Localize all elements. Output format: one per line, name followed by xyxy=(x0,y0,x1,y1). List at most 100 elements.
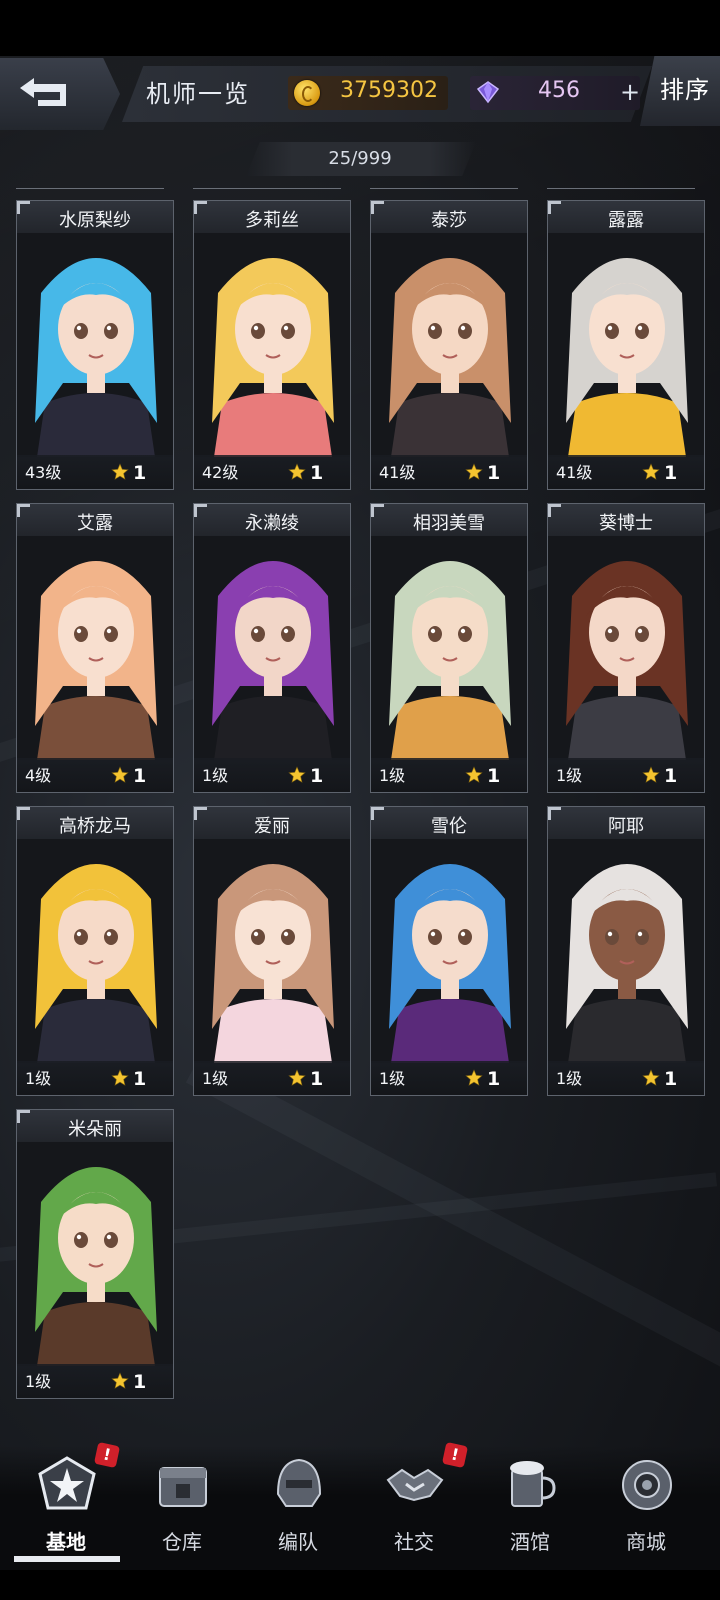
star-icon xyxy=(288,463,306,480)
add-gems-button[interactable]: + xyxy=(620,78,640,106)
pilot-card[interactable]: 水原梨纱 43级 1 xyxy=(16,200,174,490)
pilot-star-count: 1 xyxy=(487,765,501,787)
top-divider xyxy=(370,188,518,189)
top-divider xyxy=(193,188,341,189)
pilot-name: 多莉丝 xyxy=(245,210,299,231)
pilot-level: 1级 xyxy=(556,1069,583,1088)
pilot-star-count: 1 xyxy=(664,765,678,787)
card-name-bar: 永濑绫 xyxy=(194,504,350,537)
sort-label[interactable]: 排序 xyxy=(660,70,710,105)
card-name-bar: 艾露 xyxy=(17,504,173,537)
nav-item-2[interactable]: 仓库 xyxy=(124,1452,240,1562)
pilot-star-count: 1 xyxy=(133,462,147,484)
pilot-card[interactable]: 雪伦 1级 1 xyxy=(370,806,528,1096)
back-button[interactable] xyxy=(0,58,120,130)
pilot-card[interactable]: 爱丽 1级 1 xyxy=(193,806,351,1096)
card-name-bar: 高桥龙马 xyxy=(17,807,173,840)
nav-item-1[interactable]: 基地! xyxy=(8,1441,124,1562)
nav-item-5[interactable]: 酒馆 xyxy=(472,1452,588,1562)
card-info-bar: 4级 1 xyxy=(17,758,173,792)
pilot-name: 爱丽 xyxy=(254,816,290,837)
pilot-portrait xyxy=(194,536,350,760)
gem-amount: 456 xyxy=(538,78,580,103)
pilot-name: 永濑绫 xyxy=(245,513,299,534)
pilot-level: 1级 xyxy=(25,1372,52,1391)
shop-orb-icon xyxy=(622,1460,672,1510)
pilot-card[interactable]: 葵博士 1级 1 xyxy=(547,503,705,793)
pilot-level: 41级 xyxy=(556,463,593,482)
pilot-card[interactable]: 多莉丝 42级 1 xyxy=(193,200,351,490)
card-name-bar: 葵博士 xyxy=(548,504,704,537)
base-emblem-icon xyxy=(38,1456,96,1510)
card-info-bar: 1级 1 xyxy=(194,1061,350,1095)
pilot-level: 1级 xyxy=(25,1069,52,1088)
pilot-portrait xyxy=(17,839,173,1063)
pilot-name: 水原梨纱 xyxy=(59,210,131,231)
pilot-card[interactable]: 永濑绫 1级 1 xyxy=(193,503,351,793)
pilot-card[interactable]: 艾露 4级 1 xyxy=(16,503,174,793)
pilot-level: 1级 xyxy=(202,766,229,785)
nav-item-4[interactable]: 社交! xyxy=(356,1441,472,1562)
card-info-bar: 1级 1 xyxy=(371,758,527,792)
card-name-bar: 雪伦 xyxy=(371,807,527,840)
card-name-bar: 多莉丝 xyxy=(194,201,350,234)
notification-badge: ! xyxy=(441,1441,469,1469)
top-divider xyxy=(547,188,695,189)
pilot-level: 1级 xyxy=(556,766,583,785)
nav-label: 仓库 xyxy=(162,1530,202,1554)
card-info-bar: 43级 1 xyxy=(17,455,173,489)
pilot-name: 高桥龙马 xyxy=(59,816,131,837)
card-info-bar: 42级 1 xyxy=(194,455,350,489)
pilot-star-count: 1 xyxy=(310,765,324,787)
pilot-portrait xyxy=(371,536,527,760)
star-icon xyxy=(111,463,129,480)
card-info-bar: 41级 1 xyxy=(548,455,704,489)
card-info-bar: 41级 1 xyxy=(371,455,527,489)
card-info-bar: 1级 1 xyxy=(548,1061,704,1095)
pilot-portrait xyxy=(371,839,527,1063)
pilot-card[interactable]: 泰莎 41级 1 xyxy=(370,200,528,490)
bottom-strip xyxy=(0,1570,720,1600)
nav-item-3[interactable]: 编队 xyxy=(240,1452,356,1562)
card-info-bar: 1级 1 xyxy=(371,1061,527,1095)
card-name-bar: 水原梨纱 xyxy=(17,201,173,234)
pilot-star-count: 1 xyxy=(133,1371,147,1393)
card-name-bar: 米朵丽 xyxy=(17,1110,173,1143)
pilot-star-count: 1 xyxy=(664,462,678,484)
gold-coin-icon xyxy=(294,80,320,106)
pilot-level: 1级 xyxy=(379,1069,406,1088)
star-icon xyxy=(642,463,660,480)
pilot-level: 41级 xyxy=(379,463,416,482)
pilot-card[interactable]: 高桥龙马 1级 1 xyxy=(16,806,174,1096)
star-icon xyxy=(111,1069,129,1086)
star-icon xyxy=(465,463,483,480)
pilot-card[interactable]: 相羽美雪 1级 1 xyxy=(370,503,528,793)
star-icon xyxy=(642,766,660,783)
pilot-star-count: 1 xyxy=(310,462,324,484)
pilot-star-count: 1 xyxy=(133,1068,147,1090)
pilot-card[interactable]: 米朵丽 1级 1 xyxy=(16,1109,174,1399)
pilot-portrait xyxy=(548,233,704,457)
pilot-card[interactable]: 阿耶 1级 1 xyxy=(547,806,705,1096)
pilot-star-count: 1 xyxy=(310,1068,324,1090)
notification-badge: ! xyxy=(93,1441,121,1469)
pilot-portrait xyxy=(548,536,704,760)
gem-icon xyxy=(476,81,500,104)
pilot-name: 艾露 xyxy=(77,513,113,534)
pilot-portrait xyxy=(17,1142,173,1366)
pilot-name: 米朵丽 xyxy=(68,1119,122,1140)
pilot-card[interactable]: 露露 41级 1 xyxy=(547,200,705,490)
nav-item-6[interactable]: 商城 xyxy=(588,1452,704,1562)
top-divider xyxy=(16,188,164,189)
gold-amount: 3759302 xyxy=(340,78,438,103)
page-title: 机师一览 xyxy=(146,80,250,108)
card-info-bar: 1级 1 xyxy=(17,1061,173,1095)
pilot-name: 相羽美雪 xyxy=(413,513,485,534)
card-info-bar: 1级 1 xyxy=(17,1364,173,1398)
star-icon xyxy=(111,1372,129,1389)
pilot-portrait xyxy=(194,233,350,457)
nav-label: 酒馆 xyxy=(510,1530,550,1554)
pilot-star-count: 1 xyxy=(664,1068,678,1090)
card-info-bar: 1级 1 xyxy=(194,758,350,792)
star-icon xyxy=(111,766,129,783)
